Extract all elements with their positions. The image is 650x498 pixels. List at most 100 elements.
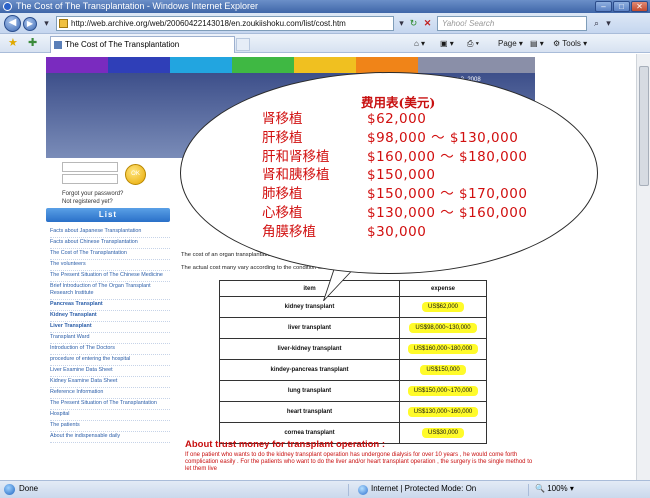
table-cell-item: heart transplant	[219, 401, 400, 423]
sidebar-link[interactable]: procedure of entering the hospital	[50, 355, 170, 366]
window-controls: – □ ✕	[595, 1, 648, 12]
username-field[interactable]	[62, 162, 118, 172]
status-text: Done	[19, 484, 39, 493]
title-bar: The Cost of The Transplantation - Window…	[0, 0, 650, 13]
search-placeholder: Yahoo! Search	[442, 19, 495, 28]
favorites-star-icon[interactable]: ★	[8, 37, 18, 50]
sidebar-link[interactable]: Kidney Transplant	[50, 311, 170, 322]
expense-highlight: US$30,000	[421, 428, 465, 438]
list-header: List	[46, 208, 170, 222]
sidebar-link[interactable]: The volunteers	[50, 260, 170, 271]
color-stripe-segment	[356, 57, 418, 73]
speech-bubble	[180, 72, 598, 274]
login-links: Forgot your password? Not registered yet…	[62, 190, 123, 206]
table-row: kindey-pancreas transplant US$150,000	[219, 359, 487, 381]
page-menu-label: Page	[498, 39, 517, 48]
cost-table-body: kidney transplant US$62,000 liver transpla…	[219, 296, 487, 444]
sidebar-link[interactable]: About the indispensable daily	[50, 432, 170, 443]
password-field[interactable]	[62, 174, 118, 184]
tools-menu-label: Tools	[562, 39, 581, 48]
login-ok-button[interactable]: OK	[125, 164, 146, 185]
recent-pages-dropdown[interactable]: ▾	[40, 17, 53, 30]
sidebar-link[interactable]: The patients	[50, 421, 170, 432]
tab-title: The Cost of The Transplantation	[65, 40, 180, 49]
ie-logo-icon	[3, 2, 12, 11]
new-tab-button[interactable]	[236, 38, 250, 51]
sidebar-link[interactable]: The Present Situation of The Transplanta…	[50, 399, 170, 410]
stop-icon[interactable]: ✕	[421, 17, 434, 30]
back-button[interactable]: ◀	[4, 15, 21, 32]
sidebar-link[interactable]: Facts about Chinese Transplantation	[50, 238, 170, 249]
table-cell-expense: US$150,000~170,000	[399, 380, 487, 402]
page-icon	[59, 19, 68, 28]
status-bar: Done Internet | Protected Mode: On 🔍 100…	[0, 480, 650, 498]
tab-page-icon	[54, 41, 62, 49]
forgot-password-link[interactable]: Forgot your password?	[62, 190, 123, 198]
sidebar-link[interactable]: The Cost of The Transplantation	[50, 249, 170, 260]
color-stripe-segment	[46, 57, 108, 73]
forward-button[interactable]: ▶	[23, 17, 37, 31]
table-cell-item: liver-kidney transplant	[219, 338, 400, 360]
table-cell-expense: US$30,000	[399, 422, 487, 444]
browser-window: The Cost of The Transplantation - Window…	[0, 0, 650, 498]
table-cell-expense: US$160,000~180,000	[399, 338, 487, 360]
page-menu[interactable]: Page ▾	[498, 38, 523, 50]
tab-current-page[interactable]: The Cost of The Transplantation	[50, 36, 235, 53]
sidebar-link[interactable]: Liver Transplant	[50, 322, 170, 333]
feeds-icon[interactable]: ▣ ▾	[440, 38, 454, 50]
table-cell-expense: US$130,000~160,000	[399, 401, 487, 423]
address-bar: ◀ ▶ ▾ http://web.archive.org/web/2006042…	[0, 13, 650, 34]
refresh-icon[interactable]: ↻	[407, 17, 420, 30]
maximize-button[interactable]: □	[613, 1, 630, 12]
globe-icon	[358, 485, 368, 495]
tools-menu[interactable]: ⚙ Tools ▾	[553, 38, 587, 50]
sidebar-link[interactable]: Brief Introduction of The Organ Transpla…	[50, 282, 170, 300]
sidebar-link[interactable]: Kidney Examine Data Sheet	[50, 377, 170, 388]
sidebar-link[interactable]: Introduction of The Doctors	[50, 344, 170, 355]
zoom-level[interactable]: 🔍 100% ▾	[535, 481, 574, 497]
expense-highlight: US$98,000~130,000	[409, 323, 477, 333]
sidebar-link[interactable]: Facts about Japanese Transplantation	[50, 227, 170, 238]
status-divider	[528, 484, 529, 496]
expense-highlight: US$130,000~160,000	[407, 407, 479, 417]
security-zone-text[interactable]: Internet | Protected Mode: On	[371, 481, 476, 497]
sidebar-link[interactable]: The Present Situation of The Chinese Med…	[50, 271, 170, 282]
color-stripe-segment	[232, 57, 294, 73]
sidebar-link[interactable]: Pancreas Transplant	[50, 300, 170, 311]
sidebar-link[interactable]: Hospital	[50, 410, 170, 421]
safety-menu-icon[interactable]: ▤ ▾	[530, 38, 544, 50]
minimize-button[interactable]: –	[595, 1, 612, 12]
bubble-tail-cover	[326, 246, 374, 252]
color-stripe-segment	[108, 57, 170, 73]
table-cell-item: lung transplant	[219, 380, 400, 402]
table-cell-expense: US$98,000~130,000	[399, 317, 487, 339]
sidebar-link[interactable]: Reference Information	[50, 388, 170, 399]
url-text: http://web.archive.org/web/2006042214301…	[71, 19, 346, 28]
sidebar-link[interactable]: Transplant Ward	[50, 333, 170, 344]
table-row: liver transplant US$98,000~130,000	[219, 317, 487, 339]
table-cell-item: kindey-pancreas transplant	[219, 359, 400, 381]
color-stripe-segment	[418, 57, 480, 73]
home-icon[interactable]: ⌂ ▾	[414, 38, 425, 50]
expense-highlight: US$150,000~170,000	[407, 386, 479, 396]
login-form: OK Forgot your password? Not registered …	[46, 158, 181, 208]
add-favorite-icon[interactable]: ✚	[28, 37, 37, 50]
close-button[interactable]: ✕	[631, 1, 648, 12]
search-input[interactable]: Yahoo! Search	[437, 16, 587, 31]
search-options-dropdown[interactable]: ▾	[602, 17, 615, 30]
done-icon	[4, 484, 15, 495]
color-stripe-segment	[294, 57, 356, 73]
url-field[interactable]: http://web.archive.org/web/2006042214301…	[56, 16, 394, 31]
vertical-scrollbar[interactable]	[636, 54, 650, 480]
expense-highlight: US$150,000	[420, 365, 466, 375]
print-icon[interactable]: ⎙ ▾	[467, 38, 479, 50]
trust-money-title: About trust money for transplant operati…	[185, 439, 386, 450]
sidebar-menu: Facts about Japanese Transplantation Fact…	[50, 227, 170, 443]
color-stripe	[46, 57, 535, 73]
expense-highlight: US$160,000~180,000	[407, 344, 479, 354]
table-row: lung transplant US$150,000~170,000	[219, 380, 487, 402]
not-registered-link[interactable]: Not registered yet?	[62, 198, 123, 206]
sidebar-link[interactable]: Liver Examine Data Sheet	[50, 366, 170, 377]
scrollbar-thumb[interactable]	[639, 66, 649, 186]
table-row: heart transplant US$130,000~160,000	[219, 401, 487, 423]
